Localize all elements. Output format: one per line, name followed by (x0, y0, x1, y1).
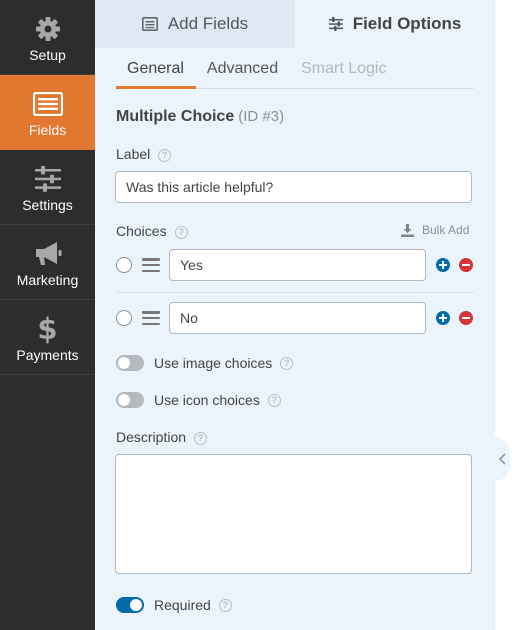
chevron-left-icon (499, 453, 506, 465)
nav-label: Payments (16, 346, 79, 363)
remove-choice-button[interactable] (459, 258, 473, 272)
field-options-panel: Add Fields Field Options General Advance… (95, 0, 495, 630)
field-id: (ID #3) (238, 108, 285, 125)
field-type-name: Multiple Choice (116, 108, 235, 125)
label-text: Label (116, 146, 151, 162)
add-fields-icon (141, 17, 158, 31)
minus-icon (462, 317, 470, 319)
nav-label: Setup (29, 46, 66, 63)
choice-input[interactable]: Yes (169, 249, 426, 281)
image-choices-label: Use image choices (154, 355, 273, 371)
nav-item-settings[interactable]: Settings (0, 150, 95, 225)
nav-label: Marketing (16, 271, 79, 288)
plus-icon (439, 261, 447, 269)
subtab-smart-logic[interactable]: Smart Logic (290, 48, 398, 89)
label-input[interactable]: Was this article helpful? (115, 171, 472, 203)
nav-item-setup[interactable]: Setup (0, 0, 95, 75)
image-choices-row: Use image choices ? (116, 355, 294, 371)
add-choice-button[interactable] (436, 311, 450, 325)
tab-label: Add Fields (167, 14, 249, 33)
required-toggle[interactable] (116, 597, 144, 613)
icon-choices-label: Use icon choices (154, 392, 260, 408)
tab-add-fields[interactable]: Add Fields (95, 0, 295, 48)
required-label: Required (154, 597, 211, 613)
description-heading: Description? (116, 429, 208, 447)
dollar-icon: $ (37, 314, 57, 344)
label-heading: Label? (116, 146, 172, 164)
collapse-panel-handle[interactable] (495, 437, 510, 481)
megaphone-icon (33, 239, 63, 269)
drag-handle-icon[interactable] (142, 311, 160, 325)
icon-choices-toggle[interactable] (116, 392, 144, 408)
bulk-add-label: Bulk Add (422, 223, 470, 237)
sliders-icon (34, 164, 62, 194)
choice-default-radio[interactable] (116, 310, 132, 326)
subtab-advanced[interactable]: Advanced (196, 48, 290, 89)
plus-icon (439, 314, 447, 322)
choices-text: Choices (116, 223, 167, 239)
help-icon[interactable]: ? (280, 356, 294, 370)
tab-field-options[interactable]: Field Options (295, 0, 495, 48)
dollar-glyph: $ (37, 311, 58, 346)
nav-item-payments[interactable]: $ Payments (0, 300, 95, 375)
choice-input[interactable]: No (169, 302, 426, 334)
drag-handle-icon[interactable] (142, 258, 160, 272)
required-row: Required ? (116, 597, 232, 613)
help-icon[interactable]: ? (194, 432, 208, 445)
sliders-icon (328, 17, 343, 31)
nav-item-marketing[interactable]: Marketing (0, 225, 95, 300)
help-icon[interactable]: ? (174, 226, 188, 239)
minus-icon (462, 264, 470, 266)
choices-heading: Choices? (116, 223, 188, 241)
help-icon[interactable]: ? (267, 393, 281, 407)
subtab-general[interactable]: General (116, 48, 196, 89)
image-choices-toggle[interactable] (116, 355, 144, 371)
bulk-add-link[interactable]: Bulk Add (401, 223, 469, 237)
description-textarea[interactable] (115, 454, 472, 574)
panel-tabs: Add Fields Field Options (95, 0, 495, 48)
nav-label: Fields (28, 121, 67, 138)
help-icon[interactable]: ? (158, 149, 172, 162)
nav-item-fields[interactable]: Fields (0, 75, 95, 150)
fields-list-icon (32, 89, 63, 119)
choice-default-radio[interactable] (116, 257, 132, 273)
field-title: Multiple Choice (ID #3) (116, 108, 284, 126)
help-icon[interactable]: ? (218, 598, 232, 612)
choice-divider (116, 292, 474, 293)
tab-label: Field Options (352, 14, 462, 33)
gear-icon (35, 14, 61, 44)
download-icon (401, 223, 414, 237)
field-options-subtabs: General Advanced Smart Logic (116, 48, 474, 89)
icon-choices-row: Use icon choices ? (116, 392, 281, 408)
remove-choice-button[interactable] (459, 311, 473, 325)
left-navigation: Setup Fields Settings Marketing $ Paymen… (0, 0, 95, 630)
description-text: Description (116, 429, 187, 445)
nav-label: Settings (22, 196, 73, 213)
add-choice-button[interactable] (436, 258, 450, 272)
